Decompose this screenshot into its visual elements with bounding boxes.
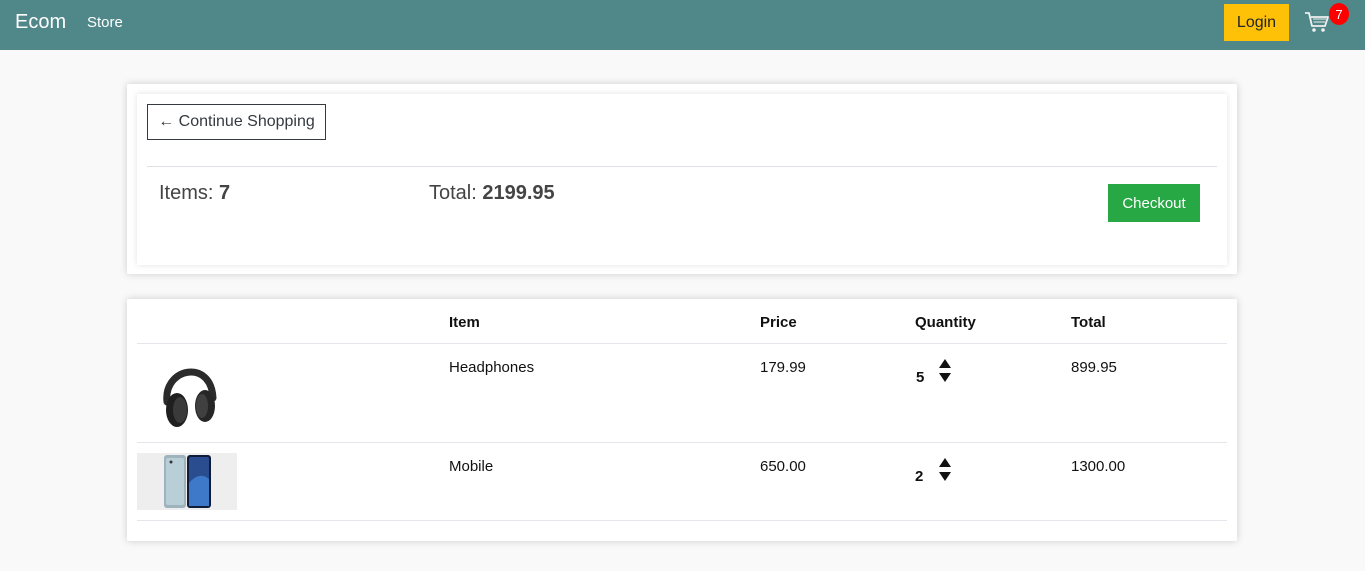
item-quantity: 2 — [915, 468, 924, 485]
quantity-stepper — [939, 359, 951, 382]
items-label: Items: — [159, 182, 220, 204]
brand-logo[interactable]: Ecom — [15, 11, 66, 34]
header-item: Item — [449, 314, 480, 331]
continue-shopping-button[interactable]: ← Continue Shopping — [147, 104, 326, 140]
quantity-stepper — [939, 458, 951, 481]
cart-items-table — [127, 299, 1237, 541]
item-name: Headphones — [449, 359, 535, 376]
increase-arrow-icon[interactable] — [939, 458, 951, 467]
mobile-image — [137, 453, 237, 510]
row-divider — [137, 520, 1227, 521]
item-price: 179.99 — [760, 359, 806, 376]
cart-icon[interactable] — [1304, 10, 1330, 34]
total-label: Total: — [429, 182, 483, 204]
headphones-image — [163, 368, 217, 427]
header-quantity: Quantity — [915, 314, 976, 331]
increase-arrow-icon[interactable] — [939, 359, 951, 368]
item-name: Mobile — [449, 458, 494, 475]
header-divider — [137, 343, 1227, 344]
navbar: Ecom Store Login 7 — [0, 0, 1365, 50]
item-price: 650.00 — [760, 458, 806, 475]
login-button[interactable]: Login — [1224, 4, 1289, 41]
summary-divider — [147, 166, 1217, 167]
item-quantity: 5 — [916, 369, 925, 386]
items-value: 7 — [219, 182, 231, 204]
decrease-arrow-icon[interactable] — [939, 373, 951, 382]
order-total: Total: 2199.95 — [429, 182, 555, 205]
items-count: Items: 7 — [159, 182, 230, 205]
total-value: 2199.95 — [482, 182, 555, 204]
header-price: Price — [760, 314, 797, 331]
cart-count-badge: 7 — [1329, 3, 1349, 25]
checkout-button[interactable]: Checkout — [1108, 184, 1200, 222]
item-total: 1300.00 — [1071, 458, 1126, 475]
decrease-arrow-icon[interactable] — [939, 472, 951, 481]
header-total: Total — [1071, 314, 1106, 331]
item-total: 899.95 — [1071, 359, 1117, 376]
nav-link-store[interactable]: Store — [87, 14, 123, 31]
row-divider — [137, 442, 1227, 443]
